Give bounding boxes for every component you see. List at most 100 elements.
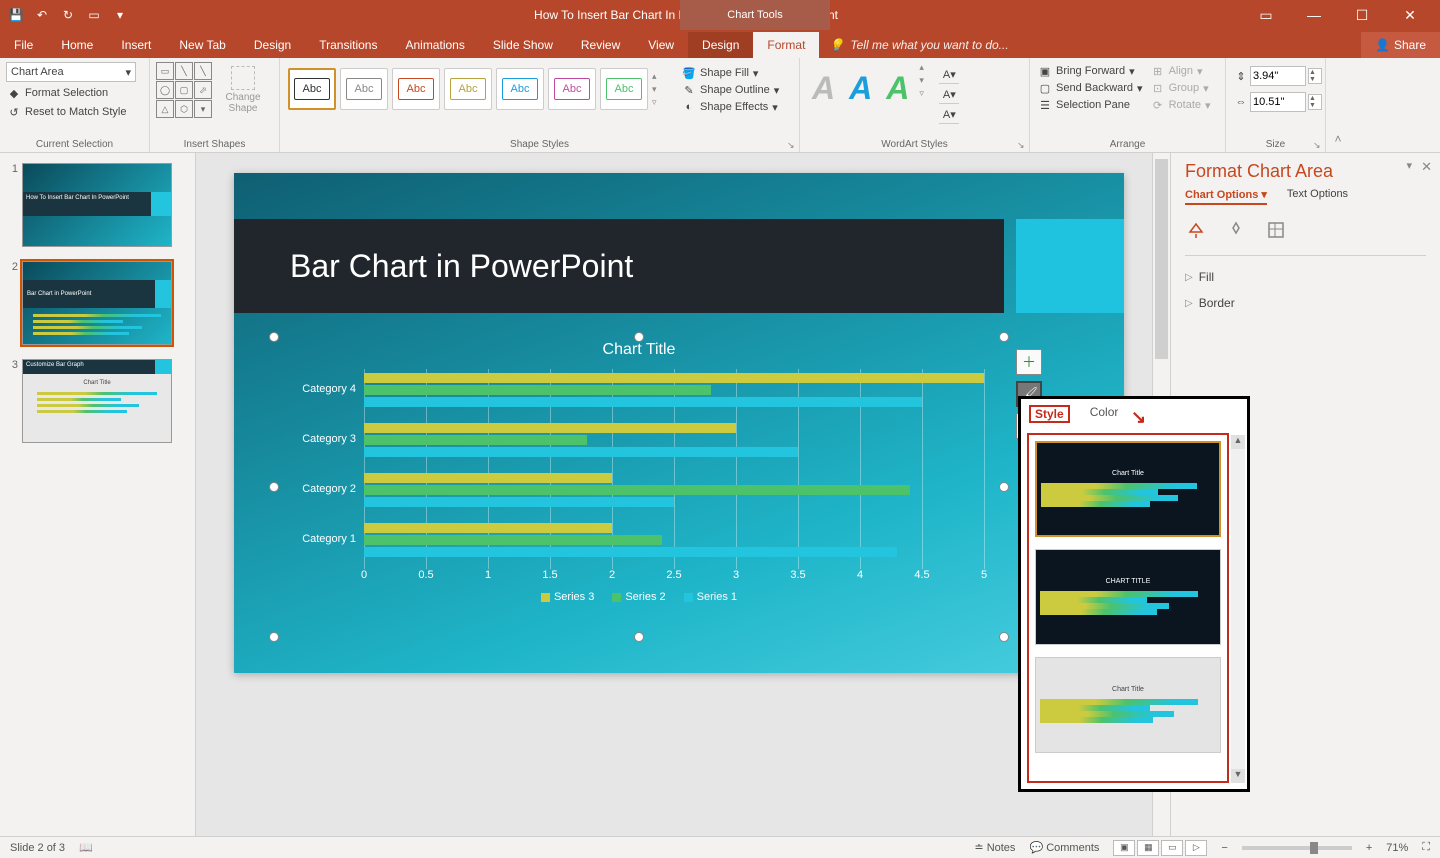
selection-pane-button[interactable]: ☰Selection Pane: [1038, 98, 1143, 112]
tab-design[interactable]: Design: [240, 32, 305, 58]
resize-handle[interactable]: [999, 332, 1009, 342]
effects-icon[interactable]: [1225, 219, 1247, 241]
flyout-style-list[interactable]: Chart Title CHART TITLE Chart Title: [1027, 433, 1229, 783]
close-pane-icon[interactable]: ✕: [1421, 159, 1432, 175]
zoom-slider[interactable]: [1242, 846, 1352, 850]
dialog-launcher-icon[interactable]: ↘: [1017, 140, 1027, 150]
size-properties-icon[interactable]: [1265, 219, 1287, 241]
zoom-in-icon[interactable]: +: [1366, 842, 1372, 854]
reading-view-icon[interactable]: ▭: [1161, 840, 1183, 856]
comments-button[interactable]: 💬 Comments: [1029, 841, 1099, 854]
zoom-out-icon[interactable]: −: [1221, 842, 1227, 854]
shape-rect-icon[interactable]: ▭: [156, 62, 174, 80]
dialog-launcher-icon[interactable]: ↘: [787, 140, 797, 150]
fill-line-icon[interactable]: [1185, 219, 1207, 241]
tab-newtab[interactable]: New Tab: [165, 32, 239, 58]
shape-oval-icon[interactable]: ◯: [156, 81, 174, 99]
slide-indicator[interactable]: Slide 2 of 3: [10, 842, 65, 854]
fill-section[interactable]: Fill: [1185, 264, 1426, 290]
wordart-gallery[interactable]: AAA: [806, 62, 915, 115]
shape-roundrect-icon[interactable]: ▢: [175, 81, 193, 99]
format-selection-button[interactable]: ◆Format Selection: [6, 85, 136, 101]
chart-style-option-3[interactable]: Chart Title: [1035, 657, 1221, 753]
text-effects-button[interactable]: A▾: [939, 106, 959, 124]
sorter-view-icon[interactable]: ▦: [1137, 840, 1159, 856]
notes-button[interactable]: ≐ Notes: [974, 841, 1015, 854]
shape-hex-icon[interactable]: ⬡: [175, 100, 193, 118]
shape-more-icon[interactable]: ▾: [194, 100, 212, 118]
tab-slideshow[interactable]: Slide Show: [479, 32, 567, 58]
tab-transitions[interactable]: Transitions: [305, 32, 391, 58]
tab-file[interactable]: File: [0, 32, 47, 58]
chart-plot-area[interactable]: Category 4Category 3Category 2Category 1: [364, 369, 984, 569]
close-icon[interactable]: ✕: [1390, 7, 1430, 24]
tab-review[interactable]: Review: [567, 32, 634, 58]
flyout-tab-color[interactable]: Color: [1090, 405, 1119, 423]
bring-forward-button[interactable]: ▣Bring Forward ▾: [1038, 64, 1143, 78]
resize-handle[interactable]: [999, 632, 1009, 642]
thumbnail-3[interactable]: 3 Customize Bar Graph Chart Title: [4, 359, 191, 443]
align-button[interactable]: ⊞Align ▾: [1151, 64, 1211, 78]
shape-line-icon[interactable]: ╲: [175, 62, 193, 80]
height-input[interactable]: [1250, 66, 1306, 86]
slideshow-view-icon[interactable]: ▷: [1185, 840, 1207, 856]
shape-effects-button[interactable]: ◐Shape Effects ▾: [682, 100, 779, 114]
chart-elements-button[interactable]: ＋: [1016, 349, 1042, 375]
undo-icon[interactable]: ↶: [34, 7, 50, 23]
shape-tri-icon[interactable]: △: [156, 100, 174, 118]
tell-me-search[interactable]: 💡Tell me what you want to do...: [819, 32, 1361, 58]
chart-legend[interactable]: Series 3Series 2Series 1: [274, 585, 1004, 603]
tab-view[interactable]: View: [634, 32, 688, 58]
flyout-scrollbar[interactable]: ▲▼: [1231, 435, 1245, 783]
resize-handle[interactable]: [269, 332, 279, 342]
slide-title[interactable]: Bar Chart in PowerPoint: [234, 219, 1004, 313]
pane-menu-icon[interactable]: ▾: [1406, 159, 1412, 172]
ribbon-display-icon[interactable]: ▭: [1246, 7, 1286, 24]
shape-outline-button[interactable]: ✎Shape Outline ▾: [682, 83, 779, 97]
shapes-gallery[interactable]: ▭╲╲ ◯▢⬀ △⬡▾: [156, 62, 216, 118]
spell-check-icon[interactable]: 📖: [79, 841, 93, 854]
shape-style-gallery[interactable]: Abc Abc Abc Abc Abc Abc Abc ▴▾▿: [286, 62, 670, 116]
height-spinner[interactable]: ▲▼: [1308, 68, 1322, 84]
save-icon[interactable]: 💾: [8, 7, 24, 23]
chart-object[interactable]: Chart Title Category 4Category 3Category…: [274, 337, 1004, 637]
zoom-level[interactable]: 71%: [1386, 842, 1408, 854]
resize-handle[interactable]: [634, 632, 644, 642]
chart-style-option-2[interactable]: CHART TITLE: [1035, 549, 1221, 645]
width-input[interactable]: [1250, 92, 1306, 112]
redo-icon[interactable]: ↻: [60, 7, 76, 23]
start-from-beginning-icon[interactable]: ▭: [86, 7, 102, 23]
tab-animations[interactable]: Animations: [391, 32, 478, 58]
maximize-icon[interactable]: ☐: [1342, 7, 1382, 24]
tab-home[interactable]: Home: [47, 32, 107, 58]
shape-fill-button[interactable]: 🪣Shape Fill ▾: [682, 66, 779, 80]
thumbnail-1[interactable]: 1 How To Insert Bar Chart In PowerPoint: [4, 163, 191, 247]
text-options-tab[interactable]: Text Options: [1287, 188, 1348, 205]
gallery-scroll[interactable]: ▴▾▿: [919, 62, 933, 99]
tab-insert[interactable]: Insert: [107, 32, 165, 58]
slide[interactable]: Bar Chart in PowerPoint Chart Title Cate…: [234, 173, 1124, 673]
flyout-tab-style[interactable]: Style: [1029, 405, 1070, 423]
width-spinner[interactable]: ▲▼: [1308, 94, 1322, 110]
shape-line2-icon[interactable]: ╲: [194, 62, 212, 80]
tab-chart-format[interactable]: Format: [753, 32, 819, 58]
resize-handle[interactable]: [269, 632, 279, 642]
normal-view-icon[interactable]: ▣: [1113, 840, 1135, 856]
send-backward-button[interactable]: ▢Send Backward ▾: [1038, 81, 1143, 95]
shape-arrow-icon[interactable]: ⬀: [194, 81, 212, 99]
chart-element-combo[interactable]: Chart Area▾: [6, 62, 136, 82]
collapse-ribbon-icon[interactable]: ˄: [1326, 58, 1350, 152]
chart-style-option-1[interactable]: Chart Title: [1035, 441, 1221, 537]
share-button[interactable]: 👤Share: [1361, 32, 1440, 58]
minimize-icon[interactable]: —: [1294, 7, 1334, 24]
resize-handle[interactable]: [999, 482, 1009, 492]
gallery-scroll[interactable]: ▴▾▿: [652, 68, 668, 110]
text-outline-button[interactable]: A▾: [939, 86, 959, 104]
thumbnail-2[interactable]: 2 Bar Chart in PowerPoint: [4, 261, 191, 345]
slide-thumbnail-pane[interactable]: 1 How To Insert Bar Chart In PowerPoint …: [0, 153, 196, 836]
slide-canvas[interactable]: Bar Chart in PowerPoint Chart Title Cate…: [196, 153, 1152, 836]
resize-handle[interactable]: [634, 332, 644, 342]
dialog-launcher-icon[interactable]: ↘: [1313, 140, 1323, 150]
reset-style-button[interactable]: ↺Reset to Match Style: [6, 104, 136, 120]
text-fill-button[interactable]: A▾: [939, 66, 959, 84]
